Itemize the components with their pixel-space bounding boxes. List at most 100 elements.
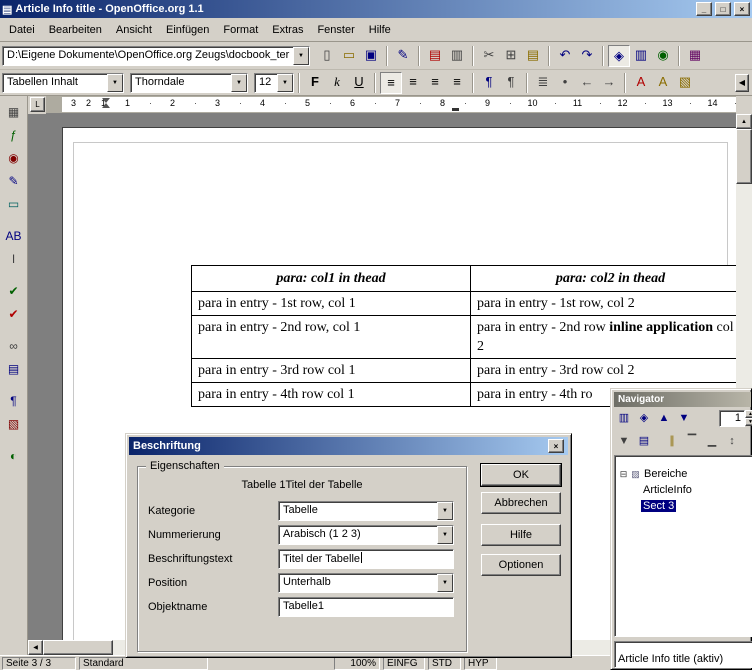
align-left-icon[interactable]: ≡ — [380, 72, 402, 94]
help-button[interactable]: Hilfe — [481, 524, 561, 546]
close-button[interactable]: × — [734, 2, 750, 16]
status-page-style[interactable]: Standard — [79, 657, 208, 670]
menu-item-format[interactable]: Format — [216, 20, 265, 40]
position-value[interactable]: Unterhalb — [279, 574, 437, 592]
category-value[interactable]: Tabelle — [279, 502, 437, 520]
drag-mode-icon[interactable]: ▼ — [614, 432, 634, 452]
previous-page-icon[interactable]: ▲ — [654, 409, 674, 429]
online-layout-icon[interactable]: ◐ — [3, 447, 24, 468]
scroll-left-button[interactable]: ◀ — [28, 640, 43, 655]
minimize-button[interactable]: _ — [696, 2, 712, 16]
paragraph-ltr-icon[interactable]: ¶ — [478, 72, 500, 94]
spellcheck-icon[interactable]: ✔ — [3, 282, 24, 303]
toggle-icon[interactable]: ▥ — [614, 409, 634, 429]
new-document-icon[interactable]: ▯ — [316, 45, 338, 67]
cut-icon[interactable]: ✂ — [478, 45, 500, 67]
status-page[interactable]: Seite 3 / 3 — [2, 657, 76, 670]
tree-item-label[interactable]: Sect 3 — [641, 500, 676, 512]
table-cell[interactable]: para in entry - 3rd row col 1 — [192, 359, 470, 382]
export-pdf-icon[interactable]: ▤ — [424, 45, 446, 67]
set-reminder-icon[interactable]: ∥ — [662, 432, 682, 452]
insert-icon[interactable]: ▦ — [3, 103, 24, 124]
menu-item-hilfe[interactable]: Hilfe — [362, 20, 398, 40]
title-bar[interactable]: ▤ Article Info title - OpenOffice.org 1.… — [0, 0, 752, 18]
bullets-icon[interactable]: • — [554, 72, 576, 94]
menu-item-einfuegen[interactable]: Einfügen — [159, 20, 216, 40]
decrease-indent-icon[interactable]: ← — [576, 72, 598, 94]
table-cell[interactable]: para in entry - 1st row, col 1 — [192, 292, 470, 315]
font-name-value[interactable]: Thorndale — [131, 74, 231, 92]
toolbar-more-button[interactable]: ◀ — [735, 74, 749, 92]
header-icon[interactable]: ▔ — [682, 432, 702, 452]
paste-icon[interactable]: ▤ — [522, 45, 544, 67]
menu-item-ansicht[interactable]: Ansicht — [109, 20, 159, 40]
highlighting-icon[interactable]: A — [652, 72, 674, 94]
status-insert-mode[interactable]: EINFG — [383, 657, 425, 670]
align-right-icon[interactable]: ≡ — [424, 72, 446, 94]
tree-item-label[interactable]: Bereiche — [642, 468, 689, 480]
horizontal-ruler[interactable]: 321 1234567891011121314 — [46, 96, 736, 114]
edit-file-icon[interactable]: ✎ — [392, 45, 414, 67]
maximize-button[interactable]: □ — [715, 2, 731, 16]
insert-objects-icon[interactable]: ◉ — [3, 149, 24, 170]
save-icon[interactable]: ▣ — [360, 45, 382, 67]
increase-indent-icon[interactable]: → — [598, 72, 620, 94]
align-center-icon[interactable]: ≡ — [402, 72, 424, 94]
draw-functions-icon[interactable]: ✎ — [3, 172, 24, 193]
numbering-value[interactable]: Arabisch (1 2 3) — [279, 526, 437, 544]
menu-item-bearbeiten[interactable]: Bearbeiten — [42, 20, 109, 40]
object-name-field[interactable]: Tabelle1 — [278, 597, 454, 617]
hyperlink-icon[interactable]: ◉ — [652, 45, 674, 67]
vertical-scroll-thumb[interactable] — [736, 129, 752, 184]
font-size-value[interactable]: 12 — [255, 74, 277, 92]
next-page-icon[interactable]: ▼ — [674, 409, 694, 429]
style-dropdown-button[interactable]: ▼ — [107, 74, 123, 92]
undo-icon[interactable]: ↶ — [554, 45, 576, 67]
graphics-onoff-icon[interactable]: ▧ — [3, 415, 24, 436]
url-dropdown-button[interactable]: ▼ — [293, 47, 309, 65]
bold-icon[interactable]: F — [304, 72, 326, 94]
font-dropdown-button[interactable]: ▼ — [231, 74, 247, 92]
tree-expander-icon[interactable]: ⊟ — [618, 469, 629, 480]
tree-item-articleinfo[interactable]: ArticleInfo — [615, 482, 752, 498]
table-cell[interactable]: para in entry - 4th row col 1 — [192, 383, 470, 406]
underline-icon[interactable]: U — [348, 72, 370, 94]
paragraph-rtl-icon[interactable]: ¶ — [500, 72, 522, 94]
stylist-icon[interactable]: ▥ — [630, 45, 652, 67]
horizontal-scroll-thumb[interactable] — [43, 640, 113, 655]
tree-item-sect3[interactable]: Sect 3 — [615, 498, 752, 514]
size-dropdown-button[interactable]: ▼ — [277, 74, 293, 92]
category-select[interactable]: Tabelle ▼ — [278, 501, 454, 521]
numbering-dropdown-button[interactable]: ▼ — [437, 526, 453, 544]
table-cell[interactable]: para in entry - 1st row, col 2 — [470, 292, 736, 315]
insert-fields-icon[interactable]: ƒ — [3, 126, 24, 147]
category-dropdown-button[interactable]: ▼ — [437, 502, 453, 520]
copy-icon[interactable]: ⊞ — [500, 45, 522, 67]
navigator-document-item[interactable]: Article Info title (aktiv) — [615, 653, 726, 667]
position-select[interactable]: Unterhalb ▼ — [278, 573, 454, 593]
paragraph-style-combobox[interactable]: Tabellen Inhalt ▼ — [2, 73, 124, 93]
ok-button[interactable]: OK — [481, 464, 561, 486]
dialog-close-button[interactable]: × — [548, 439, 564, 453]
cancel-button[interactable]: Abbrechen — [481, 492, 561, 514]
table-cell[interactable]: para in entry - 2nd row inline applicati… — [470, 316, 736, 358]
page-number-spinner[interactable]: 1 — [719, 410, 745, 427]
tab-type-button[interactable]: L — [30, 97, 45, 112]
dialog-title-bar[interactable]: Beschriftung × — [129, 437, 568, 455]
status-zoom[interactable]: 100% — [334, 657, 380, 670]
navigator-title-bar[interactable]: Navigator — [614, 392, 751, 407]
spin-up-button[interactable]: ▲ — [745, 410, 752, 418]
autotext-icon[interactable]: AB — [3, 227, 24, 248]
menu-item-datei[interactable]: Datei — [2, 20, 42, 40]
options-button[interactable]: Optionen — [481, 554, 561, 576]
nonprinting-characters-icon[interactable]: ¶ — [3, 392, 24, 413]
table-cell[interactable]: para in entry - 2nd row, col 1 — [192, 316, 470, 358]
status-selection-mode[interactable]: STD — [428, 657, 461, 670]
menu-item-fenster[interactable]: Fenster — [310, 20, 361, 40]
navigator-icon[interactable]: ◈ — [608, 45, 630, 67]
content-view-icon[interactable]: ▤ — [634, 432, 654, 452]
tab-stop-marker[interactable] — [452, 108, 459, 111]
url-combobox[interactable]: D:\Eigene Dokumente\OpenOffice.org Zeugs… — [2, 46, 310, 66]
autospellcheck-icon[interactable]: ✔ — [3, 305, 24, 326]
form-functions-icon[interactable]: ▭ — [3, 195, 24, 216]
